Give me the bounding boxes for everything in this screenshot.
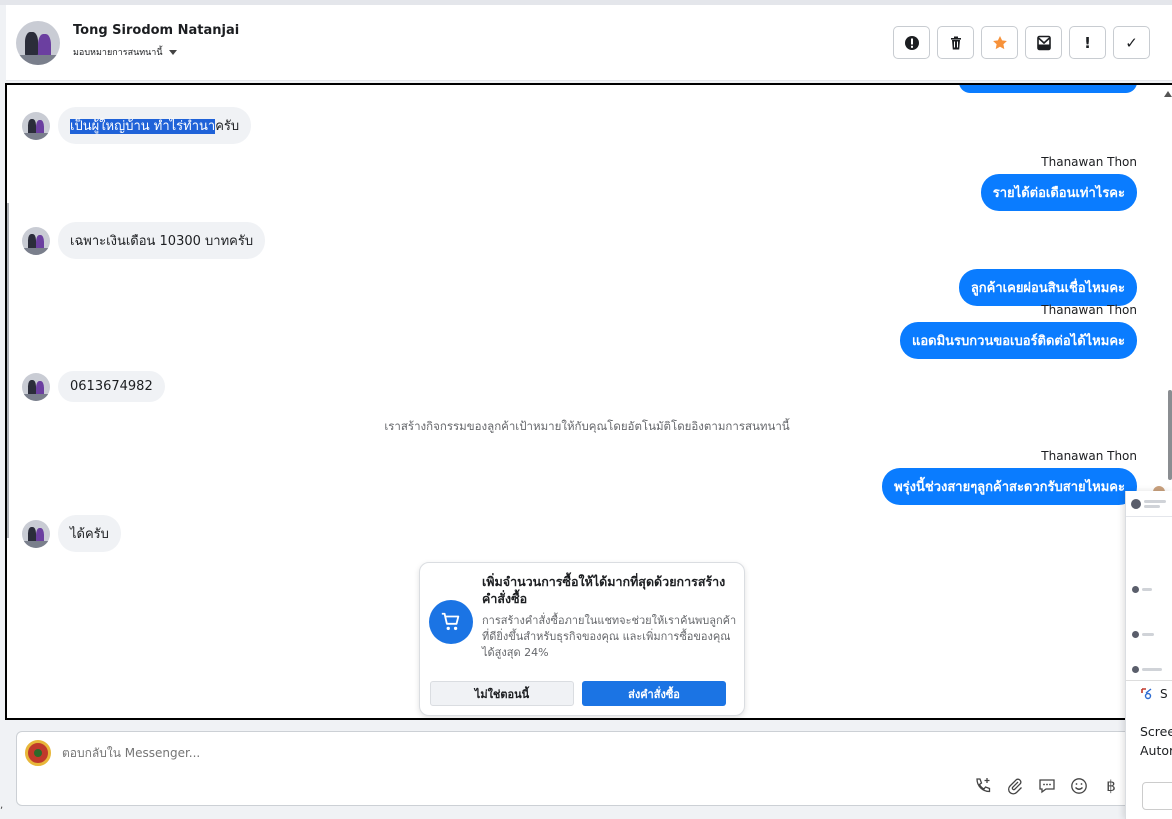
outgoing-message-row: พรุ่งนี้ช่วงสายๆลูกค้าสะดวกรับสายไหมคะ xyxy=(882,468,1137,505)
reply-composer: ฿ xyxy=(16,731,1136,806)
contact-name[interactable]: Tong Sirodom Natanjai xyxy=(73,23,239,38)
composer-toolbar: ฿ xyxy=(973,776,1121,796)
messenger-inbox: Tong Sirodom Natanjai มอบหมายการสนทนานี้… xyxy=(0,0,1172,819)
alert-circle-icon xyxy=(904,35,919,50)
incoming-message[interactable]: ได้ครับ xyxy=(58,515,121,552)
notification-line-1: Scree xyxy=(1140,724,1172,739)
page-avatar xyxy=(25,740,51,766)
mark-done-button[interactable]: ✓ xyxy=(1113,26,1150,59)
sender-name: Thanawan Thon xyxy=(1041,303,1137,317)
incoming-message-row: ได้ครับ xyxy=(22,515,121,552)
sender-name: Thanawan Thon xyxy=(1041,449,1137,463)
contact-avatar-small[interactable] xyxy=(22,372,50,401)
assign-conversation-dropdown[interactable]: มอบหมายการสนทนานี้ xyxy=(73,45,177,59)
spam-button[interactable]: ! xyxy=(1069,26,1106,59)
incoming-message[interactable]: เป็นผู้ใหญ่บ้าน ทำไร่ทำนาครับ xyxy=(58,107,252,144)
saved-replies-icon[interactable] xyxy=(1037,776,1057,796)
attachment-icon[interactable] xyxy=(1005,776,1025,796)
selected-text: เป็นผู้ใหญ่บ้าน ทำไร่ทำนา xyxy=(70,119,216,134)
trash-icon xyxy=(950,36,961,49)
archive-button[interactable] xyxy=(1025,26,1062,59)
contact-avatar-small[interactable] xyxy=(22,519,50,548)
caret-down-icon xyxy=(168,49,177,55)
not-now-button[interactable]: ไม่ใช่ตอนนี้ xyxy=(430,681,574,706)
add-call-icon[interactable] xyxy=(973,776,993,796)
snipping-tool-header: S xyxy=(1140,687,1168,701)
create-order-promo-card: เพิ่มจำนวนการซื้อให้ได้มากที่สุดด้วยการส… xyxy=(419,562,745,716)
outgoing-bubble-partial xyxy=(959,85,1137,93)
sender-name: Thanawan Thon xyxy=(1041,155,1137,169)
emoji-icon[interactable] xyxy=(1069,776,1089,796)
snipping-tool-icon xyxy=(1140,687,1154,701)
outgoing-message[interactable]: แอดมินรบกวนขอเบอร์ติดต่อได้ไหมคะ xyxy=(899,322,1137,359)
outgoing-message[interactable]: รายได้ต่อเดือนเท่าไรคะ xyxy=(980,174,1137,211)
system-note: เราสร้างกิจกรรมของลูกค้าเป้าหมายให้กับคุ… xyxy=(384,419,790,433)
outgoing-message-row: ลูกค้าเคยผ่อนสินเชื่อไหมคะ xyxy=(958,269,1137,306)
outgoing-message-row: รายได้ต่อเดือนเท่าไรคะ xyxy=(980,174,1137,211)
send-order-button[interactable]: ส่งคำสั่งซื้อ xyxy=(582,681,726,706)
star-button[interactable] xyxy=(981,26,1018,59)
scroll-up-arrow-icon[interactable] xyxy=(1164,91,1172,97)
incoming-message[interactable]: 0613674982 xyxy=(58,371,165,402)
report-button[interactable] xyxy=(893,26,930,59)
promo-body: การสร้างคำสั่งซื้อภายในแชทจะช่วยให้เราค้… xyxy=(482,614,737,659)
conversation-header: Tong Sirodom Natanjai มอบหมายการสนทนานี้… xyxy=(6,5,1172,81)
incoming-message-row: เป็นผู้ใหญ่บ้าน ทำไร่ทำนาครับ xyxy=(22,107,252,144)
contact-avatar-small[interactable] xyxy=(22,226,50,255)
promo-title: เพิ่มจำนวนการซื้อให้ได้มากที่สุดด้วยการส… xyxy=(482,574,726,606)
left-scroll-indicator xyxy=(7,203,9,538)
outgoing-message[interactable]: พรุ่งนี้ช่วงสายๆลูกค้าสะดวกรับสายไหมคะ xyxy=(882,468,1137,505)
star-icon xyxy=(992,35,1007,49)
reply-input[interactable] xyxy=(62,746,662,760)
outgoing-message[interactable]: ลูกค้าเคยผ่อนสินเชื่อไหมคะ xyxy=(958,269,1137,306)
incoming-message-row: 0613674982 xyxy=(22,371,165,402)
checkmark-icon: ✓ xyxy=(1125,33,1138,52)
delete-button[interactable] xyxy=(937,26,974,59)
mail-archive-icon xyxy=(1036,35,1051,50)
snipping-tool-app-name: S xyxy=(1160,687,1168,701)
scrollbar-thumb[interactable] xyxy=(1168,390,1172,480)
screenshot-thumbnail[interactable] xyxy=(1126,491,1172,681)
incoming-message[interactable]: เฉพาะเงินเดือน 10300 บาทครับ xyxy=(58,222,266,259)
payment-baht-icon[interactable]: ฿ xyxy=(1101,776,1121,796)
contact-avatar[interactable] xyxy=(16,21,60,65)
exclamation-icon: ! xyxy=(1084,33,1091,52)
notification-line-2: Autor xyxy=(1140,743,1172,758)
assign-label: มอบหมายการสนทนานี้ xyxy=(73,48,163,58)
outgoing-message-row: แอดมินรบกวนขอเบอร์ติดต่อได้ไหมคะ xyxy=(899,322,1137,359)
shopping-cart-icon xyxy=(429,600,473,644)
resize-tick: , xyxy=(0,800,4,811)
notification-action-button[interactable] xyxy=(1142,782,1172,810)
contact-avatar-small[interactable] xyxy=(22,111,50,140)
conversation-actions: ! ✓ xyxy=(893,26,1150,59)
snipping-tool-panel: S Scree Autor xyxy=(1125,491,1172,819)
incoming-message-row: เฉพาะเงินเดือน 10300 บาทครับ xyxy=(22,222,266,259)
message-thread[interactable]: เป็นผู้ใหญ่บ้าน ทำไร่ทำนาครับ Thanawan T… xyxy=(5,83,1172,720)
